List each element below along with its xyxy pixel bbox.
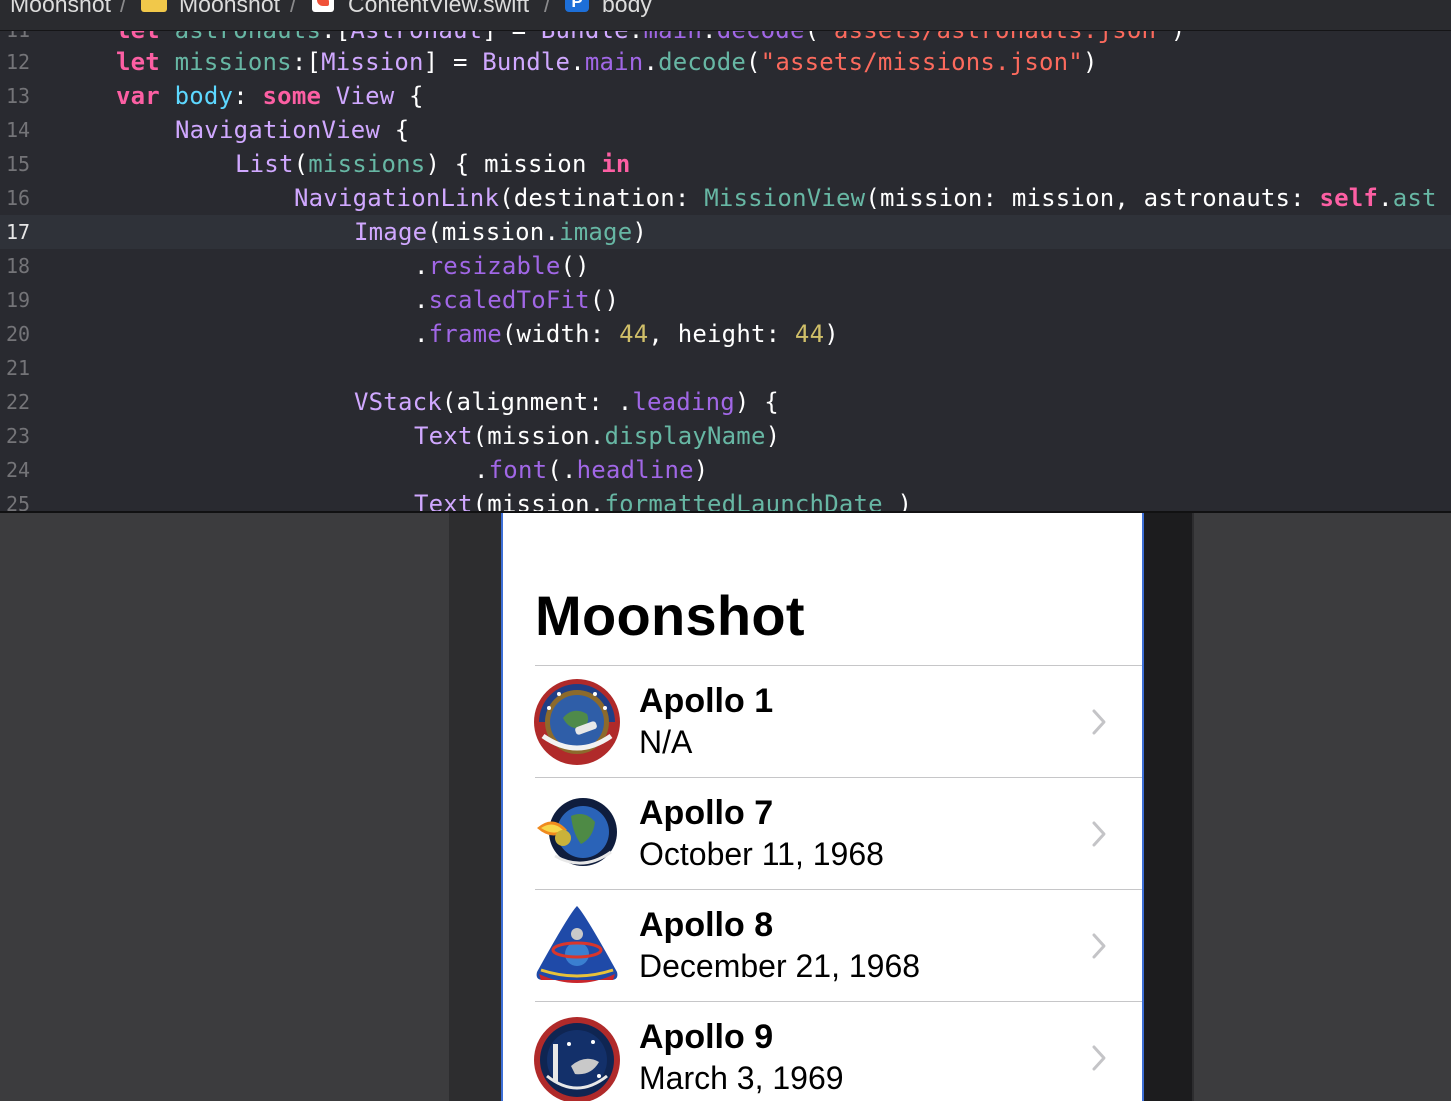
current-code-line[interactable]: 17 Image(mission.image)	[0, 215, 1451, 249]
mission-title: Apollo 8	[639, 906, 774, 944]
code-text[interactable]: List(missions) { mission in	[56, 147, 631, 181]
mission-title: Apollo 1	[639, 682, 774, 720]
line-number: 20	[6, 322, 31, 346]
mission-launch-date: December 21, 1968	[639, 948, 921, 984]
chevron-right-icon	[1092, 709, 1106, 735]
breadcrumb-project[interactable]: Moonshot	[10, 0, 111, 18]
code-text[interactable]: var body: some View {	[56, 79, 424, 113]
apollo-9-patch-icon	[534, 1017, 620, 1101]
breadcrumb-symbol[interactable]: body	[602, 0, 652, 18]
code-text[interactable]: .frame(width: 44, height: 44)	[56, 317, 839, 351]
mission-row-apollo-1[interactable]: Apollo 1 N/A	[503, 666, 1142, 777]
mission-launch-date: March 3, 1969	[639, 1060, 844, 1096]
mission-row-apollo-8[interactable]: Apollo 8 December 21, 1968	[503, 890, 1142, 1001]
code-line[interactable]: 22 VStack(alignment: .leading) {	[0, 385, 1451, 419]
code-text[interactable]: let missions:[Mission] = Bundle.main.dec…	[56, 45, 1098, 79]
code-line[interactable]: 19 .scaledToFit()	[0, 283, 1451, 317]
mission-row-apollo-7[interactable]: Apollo 7 October 11, 1968	[503, 778, 1142, 889]
code-line[interactable]: 18 .resizable()	[0, 249, 1451, 283]
mission-launch-date: October 11, 1968	[639, 836, 884, 872]
line-number: 16	[6, 186, 31, 210]
apollo-8-patch-icon	[536, 906, 618, 983]
folder-icon	[141, 0, 167, 12]
line-number: 17	[6, 220, 31, 244]
line-number: 12	[6, 50, 31, 74]
code-text[interactable]: .font(.headline)	[56, 453, 708, 487]
code-line[interactable]: 16 NavigationLink(destination: MissionVi…	[0, 181, 1451, 215]
breadcrumb-separator: /	[290, 0, 297, 17]
property-icon: P	[565, 0, 589, 12]
line-number: 22	[6, 390, 31, 414]
code-line[interactable]: 13 var body: some View {	[0, 79, 1451, 113]
mission-title: Apollo 9	[639, 1018, 774, 1056]
code-text[interactable]: Text(mission.displayName)	[56, 419, 780, 453]
jump-bar: Moonshot / Moonshot / ContentView.swift …	[0, 0, 1451, 31]
preview-canvas: Moonshot Apollo 1 N/A Apollo 7 October 1…	[0, 513, 1451, 1101]
code-text[interactable]: Image(mission.image)	[56, 215, 647, 249]
chevron-right-icon	[1092, 933, 1106, 959]
code-editor[interactable]: 11 let astronauts:[Astronaut] = Bundle.m…	[0, 31, 1451, 512]
swift-file-icon	[312, 0, 334, 12]
chevron-right-icon	[1092, 1045, 1106, 1071]
code-line[interactable]: 14 NavigationView {	[0, 113, 1451, 147]
code-text[interactable]: .resizable()	[56, 249, 590, 283]
device-bezel	[1140, 513, 1192, 1101]
line-number: 25	[6, 492, 31, 512]
line-number: 15	[6, 152, 31, 176]
code-line[interactable]: 24 .font(.headline)	[0, 453, 1451, 487]
breadcrumb-group[interactable]: Moonshot	[179, 0, 280, 18]
mission-row-apollo-9[interactable]: Apollo 9 March 3, 1969	[503, 1002, 1142, 1101]
code-line[interactable]: 21	[0, 351, 1451, 385]
code-line[interactable]: 20 .frame(width: 44, height: 44)	[0, 317, 1451, 351]
navigation-title: Moonshot	[535, 584, 805, 647]
code-line[interactable]: 15 List(missions) { mission in	[0, 147, 1451, 181]
line-number: 13	[6, 84, 31, 108]
code-line[interactable]: 12 let missions:[Mission] = Bundle.main.…	[0, 45, 1451, 79]
preview-screen[interactable]: Moonshot Apollo 1 N/A Apollo 7 October 1…	[501, 513, 1144, 1101]
apollo-1-patch-icon	[534, 679, 620, 765]
code-text[interactable]: Text(mission.formattedLaunchDate )	[56, 487, 912, 512]
code-text[interactable]: VStack(alignment: .leading) {	[56, 385, 779, 419]
chevron-right-icon	[1092, 821, 1106, 847]
line-number: 19	[6, 288, 31, 312]
code-text[interactable]: .scaledToFit()	[56, 283, 619, 317]
mission-launch-date: N/A	[639, 724, 693, 760]
code-line[interactable]: 23 Text(mission.displayName)	[0, 419, 1451, 453]
breadcrumb-separator: /	[544, 0, 551, 17]
breadcrumb-separator: /	[120, 0, 127, 17]
code-text[interactable]: NavigationLink(destination: MissionView(…	[56, 181, 1437, 215]
line-number: 14	[6, 118, 31, 142]
breadcrumb-file[interactable]: ContentView.swift	[348, 0, 529, 18]
line-number: 24	[6, 458, 31, 482]
line-number: 21	[6, 356, 31, 380]
line-number: 23	[6, 424, 31, 448]
line-number: 18	[6, 254, 31, 278]
apollo-7-patch-icon	[537, 798, 617, 866]
mission-title: Apollo 7	[639, 794, 774, 832]
code-text[interactable]: NavigationView {	[56, 113, 409, 147]
code-line[interactable]: 25 Text(mission.formattedLaunchDate )	[0, 487, 1451, 512]
